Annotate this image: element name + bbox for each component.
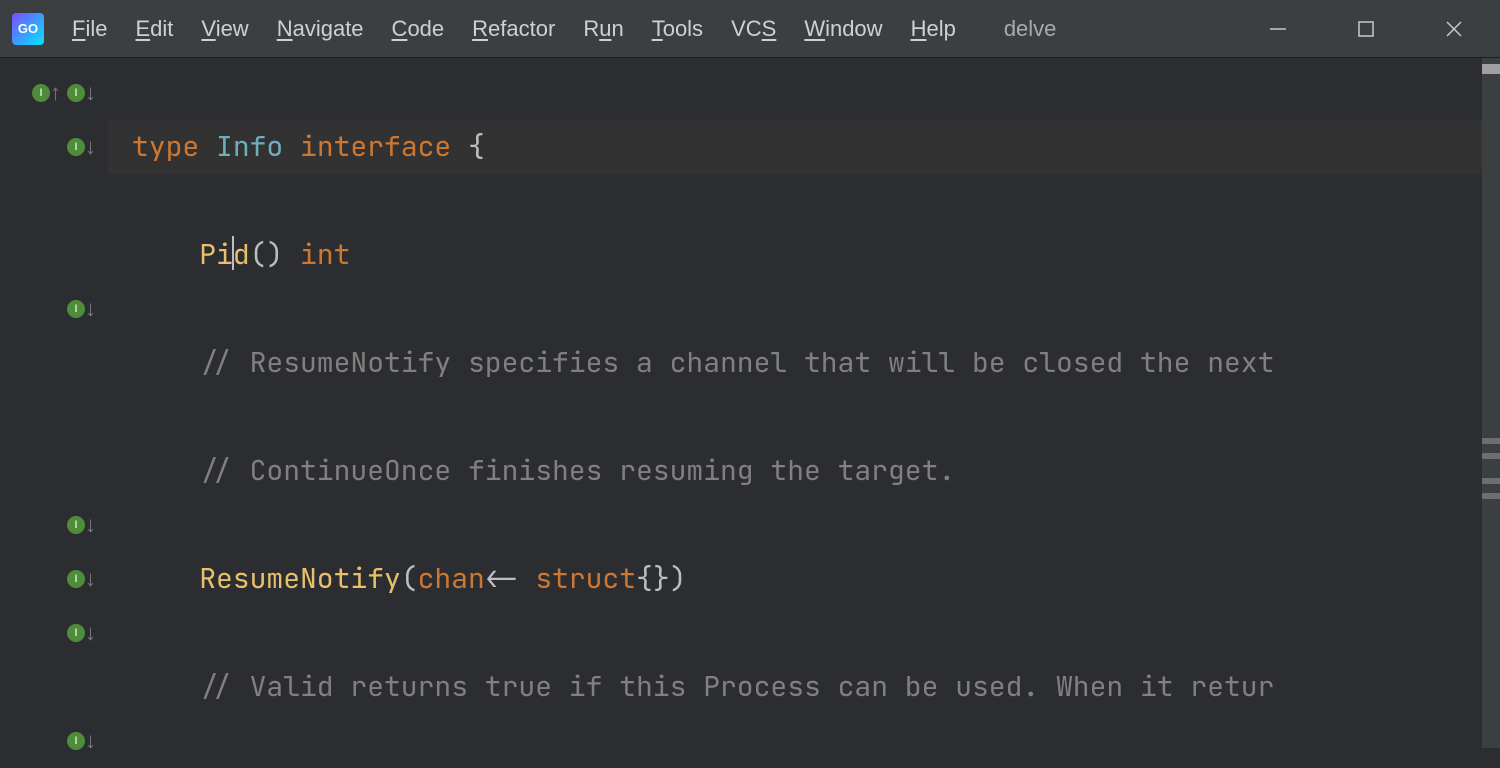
implemented-marker-icon[interactable]: I	[67, 624, 85, 642]
app-icon: GO	[12, 13, 44, 45]
menu-navigate[interactable]: Navigate	[277, 16, 364, 42]
main-menu: File Edit View Navigate Code Refactor Ru…	[72, 16, 956, 42]
code-line[interactable]: ResumeNotify(chan<- struct{})	[132, 552, 1482, 606]
editor-area: I↑I↓ I↓ I↓ I↓ I↓ I↓ I↓ type Info interfa…	[0, 58, 1500, 748]
gutter[interactable]: I↑I↓ I↓ I↓ I↓ I↓ I↓ I↓	[0, 58, 108, 748]
menu-view[interactable]: View	[201, 16, 248, 42]
implemented-marker-icon[interactable]: I	[67, 84, 85, 102]
arrow-down-icon: ↓	[85, 728, 96, 754]
arrow-down-icon: ↓	[85, 620, 96, 646]
minimize-button[interactable]	[1264, 15, 1292, 43]
implements-marker-icon[interactable]: I	[32, 84, 50, 102]
titlebar: GO File Edit View Navigate Code Refactor…	[0, 0, 1500, 58]
scrollbar-mark[interactable]	[1482, 478, 1500, 484]
arrow-down-icon: ↓	[85, 80, 96, 106]
menu-file[interactable]: File	[72, 16, 107, 42]
arrow-down-icon: ↓	[85, 134, 96, 160]
menu-help[interactable]: Help	[911, 16, 956, 42]
code-line[interactable]: // ContinueOnce finishes resuming the ta…	[132, 444, 1482, 498]
implemented-marker-icon[interactable]: I	[67, 732, 85, 750]
implemented-marker-icon[interactable]: I	[67, 138, 85, 156]
maximize-button[interactable]	[1352, 15, 1380, 43]
menu-code[interactable]: Code	[392, 16, 445, 42]
scrollbar-mark[interactable]	[1482, 438, 1500, 444]
menu-window[interactable]: Window	[804, 16, 882, 42]
menu-edit[interactable]: Edit	[135, 16, 173, 42]
arrow-down-icon: ↓	[85, 296, 96, 322]
code-editor[interactable]: type Info interface { Pid() int // Resum…	[108, 58, 1482, 748]
implemented-marker-icon[interactable]: I	[67, 300, 85, 318]
menu-run[interactable]: Run	[583, 16, 623, 42]
arrow-down-icon: ↓	[85, 512, 96, 538]
vertical-scrollbar[interactable]	[1482, 58, 1500, 748]
implemented-marker-icon[interactable]: I	[67, 570, 85, 588]
code-line[interactable]: // Valid returns true if this Process ca…	[132, 660, 1482, 714]
window-controls	[1264, 15, 1488, 43]
code-line[interactable]: // ResumeNotify specifies a channel that…	[132, 336, 1482, 390]
menu-vcs[interactable]: VCS	[731, 16, 776, 42]
menu-refactor[interactable]: Refactor	[472, 16, 555, 42]
scrollbar-mark[interactable]	[1482, 493, 1500, 499]
code-line[interactable]: Pid() int	[132, 228, 1482, 282]
arrow-up-icon: ↑	[50, 80, 61, 106]
project-name-label: delve	[1004, 16, 1057, 42]
menu-tools[interactable]: Tools	[652, 16, 703, 42]
scrollbar-mark[interactable]	[1482, 453, 1500, 459]
implemented-marker-icon[interactable]: I	[67, 516, 85, 534]
scrollbar-error-stripe[interactable]	[1482, 64, 1500, 74]
close-button[interactable]	[1440, 15, 1468, 43]
arrow-down-icon: ↓	[85, 566, 96, 592]
code-line[interactable]: type Info interface {	[108, 120, 1482, 174]
